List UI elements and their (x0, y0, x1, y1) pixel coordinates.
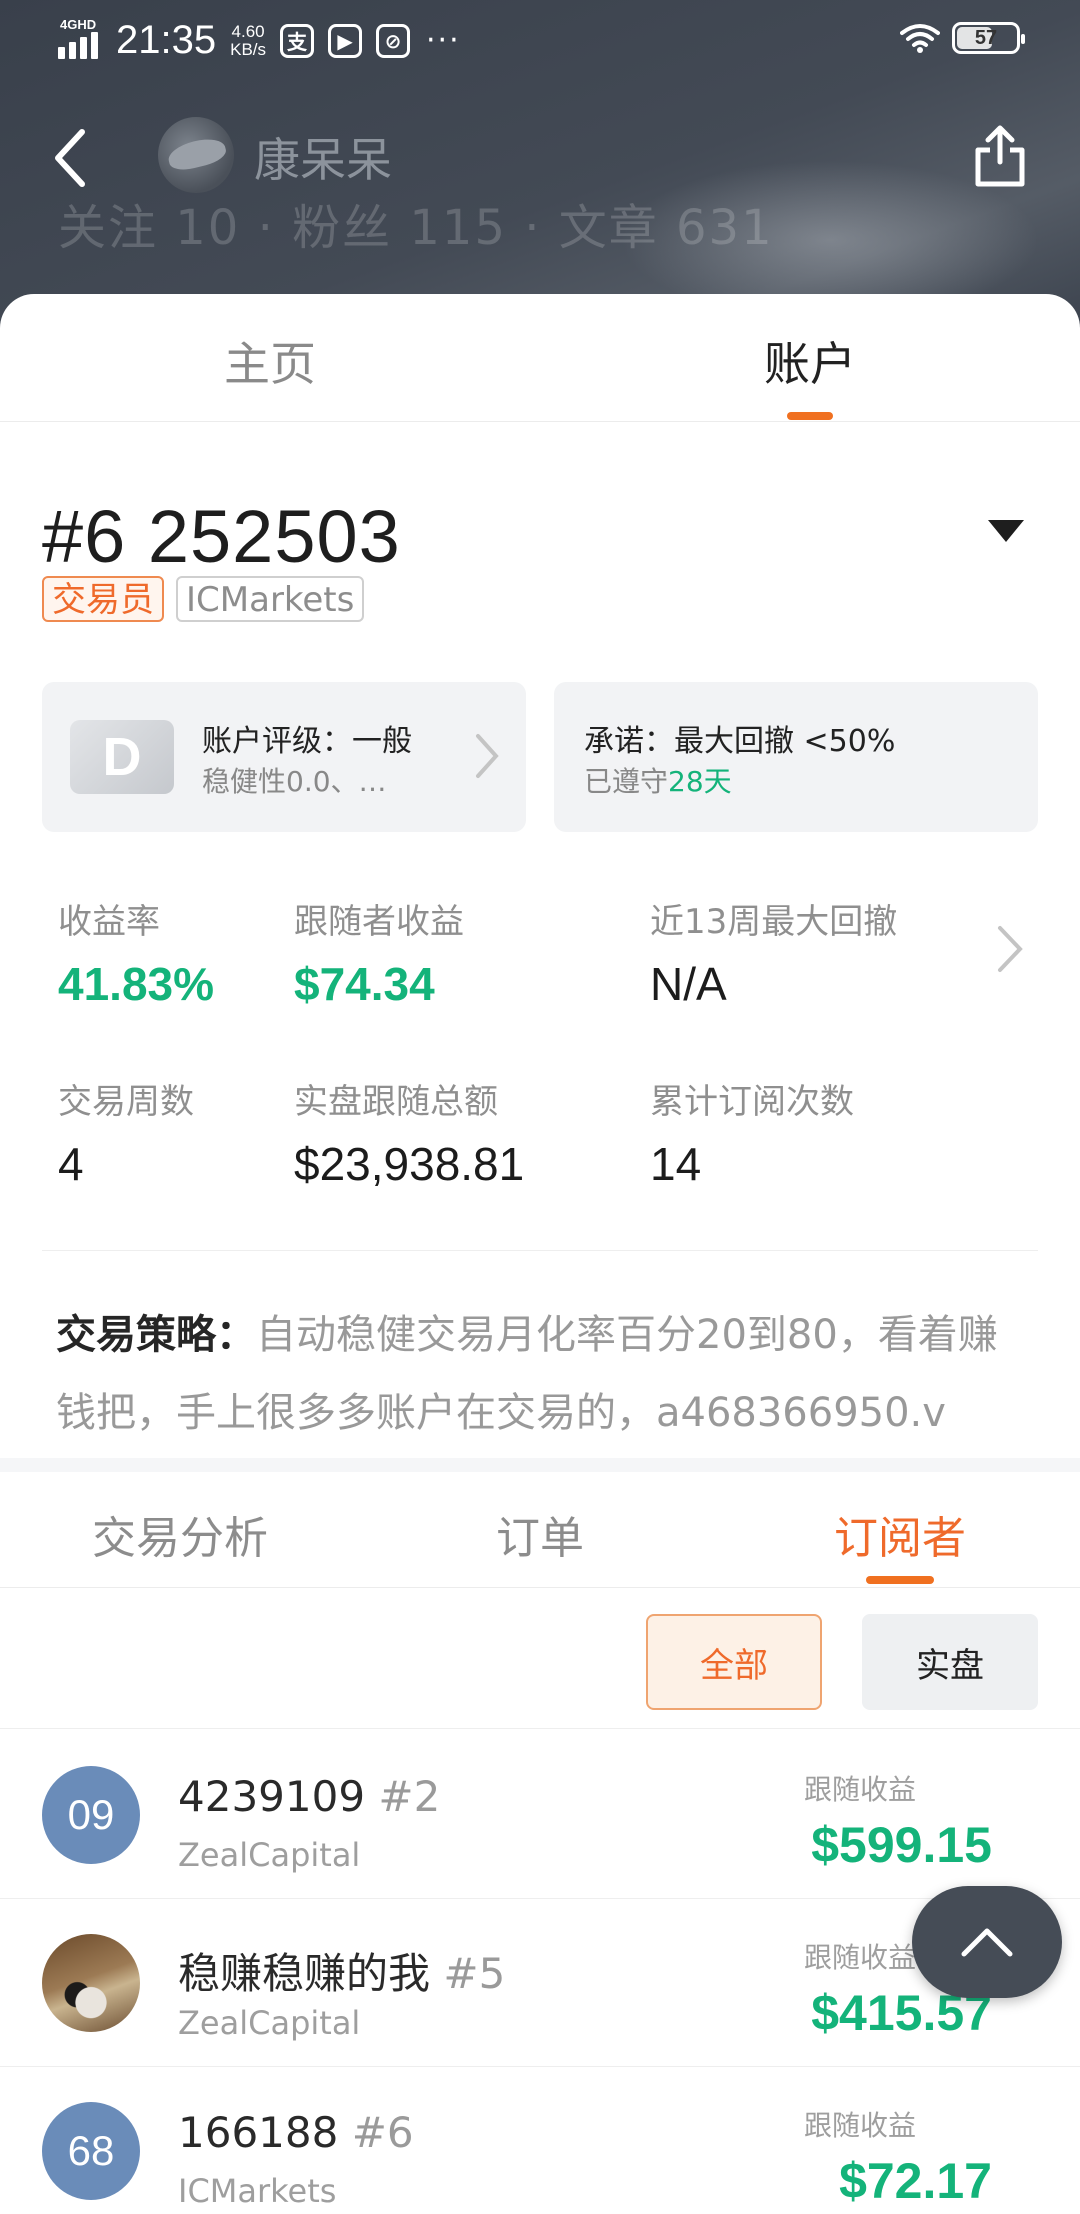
wifi-icon (900, 24, 940, 53)
chevron-right-icon[interactable] (996, 924, 1024, 974)
stat-total-subscriptions: 累计订阅次数 14 (650, 1082, 854, 1190)
tab-account[interactable]: 账户 (660, 328, 960, 394)
tab-orders[interactable]: 订单 (410, 1502, 670, 1566)
filter-all-button[interactable]: 全部 (646, 1614, 822, 1710)
status-bar: 4GHD 21:35 4.60 KB/s 支 ▶ ⊘ ··· 57 (0, 0, 1080, 84)
stat-value: $23,938.81 (294, 1138, 525, 1190)
user-name[interactable]: 康呆呆 (254, 124, 392, 190)
follow-profit-label: 跟随收益 (803, 2109, 916, 2142)
account-title: #6 252503 (42, 495, 401, 578)
tab-trade-analysis[interactable]: 交易分析 (50, 1502, 310, 1566)
promise-days: 28天 (668, 765, 732, 798)
user-avatar[interactable] (158, 117, 234, 193)
stat-return-rate: 收益率 41.83% (58, 902, 215, 1010)
role-tag: 交易员 (42, 576, 164, 622)
tab-account-indicator (787, 412, 833, 420)
back-button[interactable] (40, 128, 100, 188)
trading-strategy: 交易策略：自动稳健交易月化率百分20到80，看着赚钱把，手上很多多账户在交易的，… (56, 1296, 1036, 1452)
battery-icon: 57 (952, 22, 1025, 54)
stat-value: $74.34 (294, 958, 435, 1010)
more-notifications-icon: ··· (426, 23, 461, 58)
video-notification-icon: ▶ (328, 23, 363, 58)
tab-subscribers-indicator (866, 1576, 934, 1584)
stat-value: 14 (650, 1138, 702, 1190)
stat-value: 4 (58, 1138, 84, 1190)
clock: 21:35 (116, 18, 217, 62)
follow-profit-value: $599.15 (811, 1817, 992, 1873)
strategy-label: 交易策略： (56, 1312, 256, 1358)
stat-value: N/A (650, 958, 727, 1010)
stat-value: 41.83% (58, 958, 215, 1010)
promise-status: 已遵守28天 (584, 765, 732, 798)
battery-level: 57 (974, 26, 998, 49)
follow-profit-value: $72.17 (839, 2153, 992, 2209)
subscriber-broker: ICMarkets (178, 2172, 337, 2210)
subscriber-avatar: 68 (42, 2102, 140, 2200)
scroll-to-top-button[interactable] (912, 1886, 1062, 1998)
account-grade-box[interactable]: D 账户评级：一般 稳健性0.0、… (42, 682, 526, 832)
share-button[interactable] (968, 120, 1032, 190)
subscriber-avatar-photo (42, 1934, 140, 2032)
subscriber-broker: ZealCapital (178, 1836, 361, 1874)
subscriber-name: 166188 #6 (178, 2108, 414, 2157)
account-tags: 交易员 ICMarkets (42, 576, 376, 622)
share-icon (975, 125, 1025, 187)
chevron-up-icon (961, 1928, 1013, 1957)
promise-box: 承诺：最大回撤 <50% 已遵守28天 (554, 682, 1038, 832)
follow-profit-label: 跟随收益 (803, 1773, 916, 1806)
subscriber-name: 4239109 #2 (178, 1772, 441, 1821)
chevron-right-icon (476, 734, 499, 778)
tab-home[interactable]: 主页 (120, 328, 420, 394)
sub-tab-bar: 交易分析 订单 订阅者 (0, 1472, 1080, 1588)
caret-down-icon[interactable] (988, 520, 1024, 542)
subscriber-broker: ZealCapital (178, 2004, 361, 2042)
broker-tag: ICMarkets (176, 576, 365, 622)
subscriber-name: 稳赚稳赚的我 #5 (178, 1949, 506, 1998)
stat-follower-profit: 跟随者收益 $74.34 (294, 902, 464, 1010)
network-speed: 4.60 KB/s (230, 21, 267, 59)
chevron-left-icon (55, 129, 85, 187)
grade-title: 账户评级：一般 (202, 724, 412, 759)
section-gap (0, 1458, 1080, 1472)
account-header: #6 252503 (42, 494, 401, 579)
alipay-notification-icon: 支 (280, 23, 315, 58)
subscriber-row[interactable]: 68 166188 #6 ICMarkets 跟随收益 $72.17 (0, 2066, 1080, 2214)
signal-icon: 4GHD (58, 17, 104, 61)
stat-max-drawdown[interactable]: 近13周最大回撤 N/A (650, 894, 897, 1011)
navigation-bar: 康呆呆 (0, 100, 1080, 220)
profile-header: 关注 10 · 粉丝 115 · 文章 631 4GHD 21:35 4.60 … (0, 0, 1080, 340)
subscriber-avatar: 09 (42, 1766, 140, 1864)
grade-badge: D (70, 720, 174, 794)
network-type: 4GHD (60, 16, 97, 32)
filter-live-button[interactable]: 实盘 (862, 1614, 1038, 1710)
main-tab-bar: 主页 账户 (0, 294, 1080, 422)
grade-detail: 稳健性0.0、… (202, 765, 387, 798)
divider (0, 1728, 1080, 1729)
promise-title: 承诺：最大回撤 <50% (584, 724, 896, 759)
subscriber-row[interactable]: 09 4239109 #2 ZealCapital 跟随收益 $599.15 (0, 1730, 1080, 1898)
tab-subscribers[interactable]: 订阅者 (770, 1502, 1030, 1566)
camera-off-notification-icon: ⊘ (376, 23, 411, 58)
stat-trading-weeks: 交易周数 4 (58, 1082, 194, 1190)
stat-live-follow-total: 实盘跟随总额 $23,938.81 (294, 1082, 525, 1190)
divider (42, 1250, 1038, 1251)
